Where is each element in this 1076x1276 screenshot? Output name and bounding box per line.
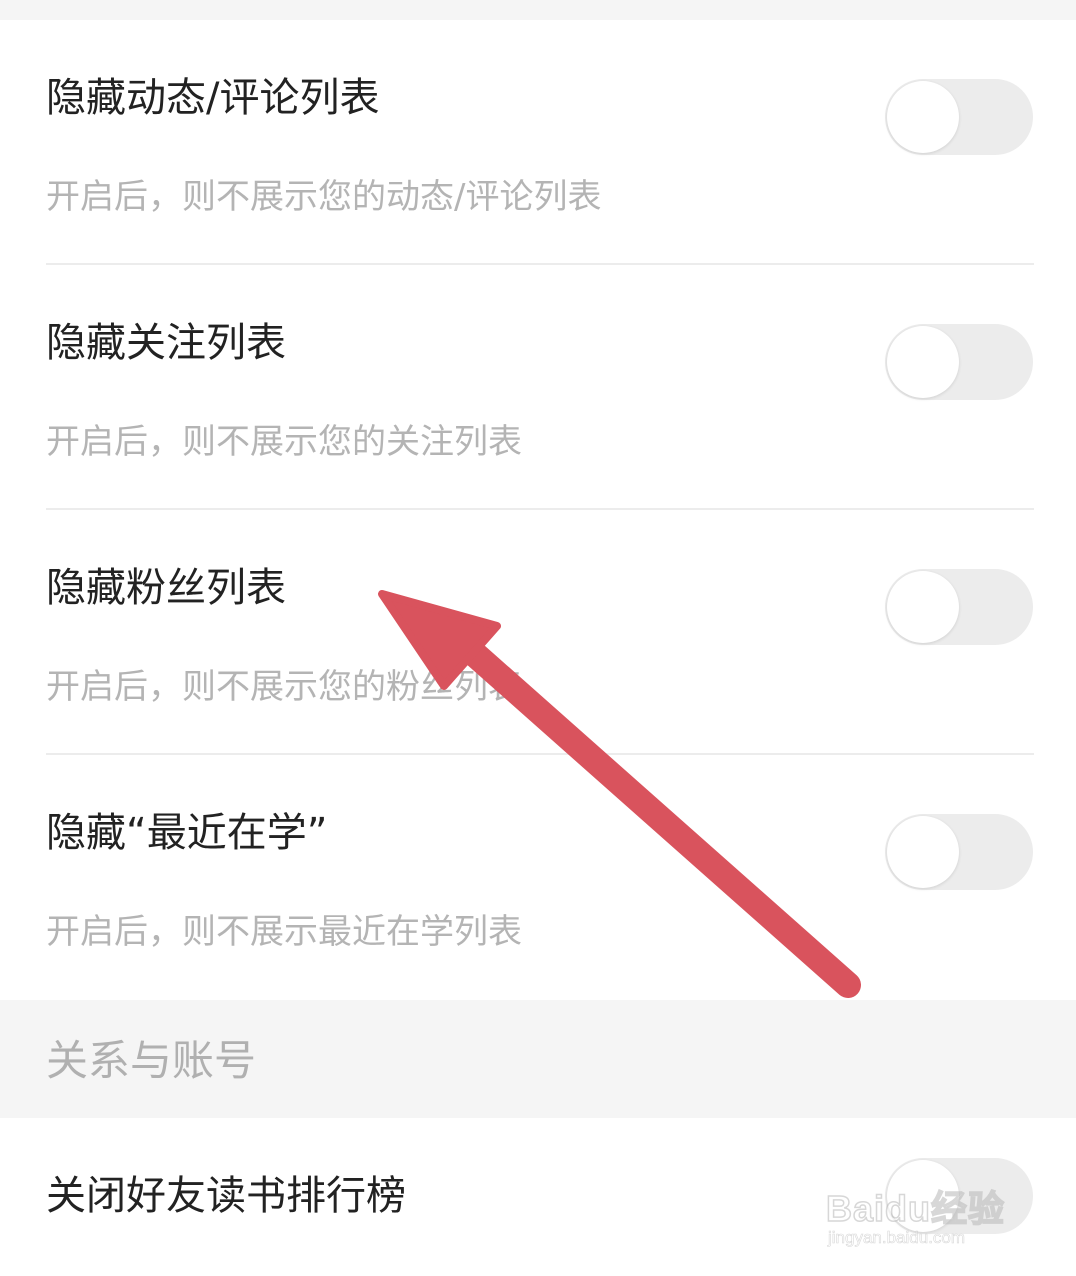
setting-row-hide-recent-learning: 隐藏“最近在学” 开启后，则不展示最近在学列表 (0, 755, 1076, 1000)
setting-title: 隐藏动态/评论列表 (46, 75, 380, 121)
hide-moments-toggle[interactable] (885, 79, 1033, 155)
setting-title: 隐藏关注列表 (46, 320, 286, 366)
toggle-knob (887, 81, 959, 153)
setting-description: 开启后，则不展示最近在学列表 (46, 912, 522, 952)
friend-reading-rank-toggle[interactable] (885, 1158, 1033, 1234)
toggle-knob (887, 326, 959, 398)
top-strip (0, 0, 1076, 20)
setting-description: 开启后，则不展示您的动态/评论列表 (46, 177, 602, 217)
hide-recent-learning-toggle[interactable] (885, 814, 1033, 890)
setting-title: 关闭好友读书排行榜 (46, 1173, 406, 1219)
setting-description: 开启后，则不展示您的关注列表 (46, 422, 522, 462)
section-header-relationship-account: 关系与账号 (0, 1000, 1076, 1118)
setting-row-friend-reading-rank: 关闭好友读书排行榜 (0, 1118, 1076, 1276)
hide-following-toggle[interactable] (885, 324, 1033, 400)
setting-description: 开启后，则不展示您的粉丝列表 (46, 667, 522, 707)
setting-row-hide-moments: 隐藏动态/评论列表 开启后，则不展示您的动态/评论列表 (0, 20, 1076, 265)
hide-followers-toggle[interactable] (885, 569, 1033, 645)
setting-row-hide-following: 隐藏关注列表 开启后，则不展示您的关注列表 (0, 265, 1076, 510)
setting-title: 隐藏“最近在学” (46, 810, 328, 856)
setting-row-hide-followers: 隐藏粉丝列表 开启后，则不展示您的粉丝列表 (0, 510, 1076, 755)
section-title: 关系与账号 (46, 1036, 257, 1085)
toggle-knob (887, 816, 959, 888)
toggle-knob (887, 571, 959, 643)
toggle-knob (887, 1160, 959, 1232)
setting-title: 隐藏粉丝列表 (46, 565, 286, 611)
